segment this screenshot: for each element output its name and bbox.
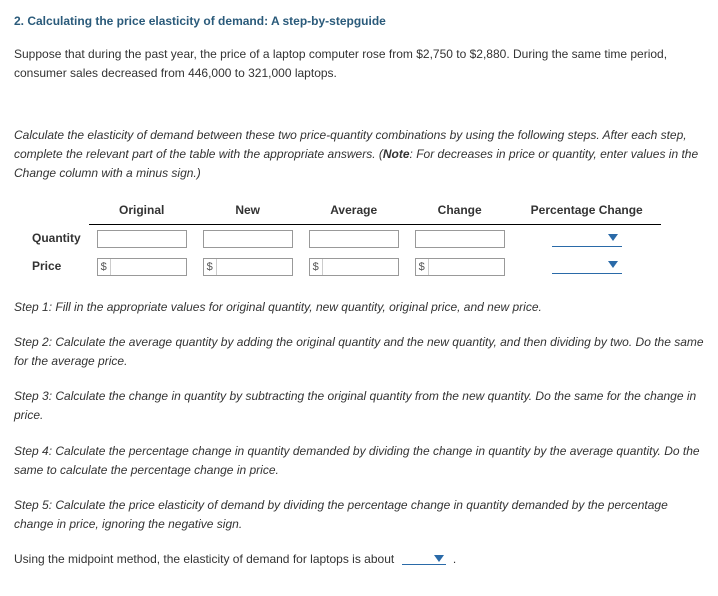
table-row-price: Price $ $ $ $	[32, 253, 661, 280]
header-new: New	[195, 197, 301, 225]
header-change: Change	[407, 197, 513, 225]
note-label: Note	[383, 147, 410, 161]
instruction-paragraph: Calculate the elasticity of demand betwe…	[14, 126, 704, 184]
table-header-row: Original New Average Change Percentage C…	[32, 197, 661, 225]
chevron-down-icon	[608, 234, 618, 242]
elasticity-answer-dropdown[interactable]	[402, 555, 446, 565]
quantity-average-input[interactable]	[309, 230, 399, 248]
chevron-down-icon	[434, 555, 444, 563]
currency-symbol: $	[416, 259, 429, 275]
final-post-text: .	[453, 552, 456, 566]
price-average-field[interactable]: $	[309, 258, 399, 276]
header-percentage-change: Percentage Change	[513, 197, 661, 225]
quantity-original-input[interactable]	[97, 230, 187, 248]
final-sentence: Using the midpoint method, the elasticit…	[14, 550, 704, 569]
question-title: 2. Calculating the price elasticity of d…	[14, 12, 704, 31]
price-average-input[interactable]	[323, 259, 398, 275]
step-2: Step 2: Calculate the average quantity b…	[14, 333, 704, 371]
currency-symbol: $	[310, 259, 323, 275]
currency-symbol: $	[204, 259, 217, 275]
price-new-input[interactable]	[217, 259, 292, 275]
elasticity-table: Original New Average Change Percentage C…	[32, 197, 661, 280]
step-5: Step 5: Calculate the price elasticity o…	[14, 496, 704, 534]
quantity-new-input[interactable]	[203, 230, 293, 248]
chevron-down-icon	[608, 261, 618, 269]
header-original: Original	[89, 197, 195, 225]
price-original-field[interactable]: $	[97, 258, 187, 276]
price-change-field[interactable]: $	[415, 258, 505, 276]
step-3: Step 3: Calculate the change in quantity…	[14, 387, 704, 425]
table-row-quantity: Quantity	[32, 225, 661, 253]
price-original-input[interactable]	[111, 259, 186, 275]
quantity-pct-change-dropdown[interactable]	[552, 231, 622, 247]
currency-symbol: $	[98, 259, 111, 275]
price-new-field[interactable]: $	[203, 258, 293, 276]
final-pre-text: Using the midpoint method, the elasticit…	[14, 552, 398, 566]
quantity-change-input[interactable]	[415, 230, 505, 248]
header-blank	[32, 197, 89, 225]
step-1: Step 1: Fill in the appropriate values f…	[14, 298, 704, 317]
price-pct-change-dropdown[interactable]	[552, 258, 622, 274]
step-4: Step 4: Calculate the percentage change …	[14, 442, 704, 480]
header-average: Average	[301, 197, 407, 225]
price-change-input[interactable]	[429, 259, 504, 275]
row-label-quantity: Quantity	[32, 225, 89, 253]
row-label-price: Price	[32, 253, 89, 280]
intro-paragraph: Suppose that during the past year, the p…	[14, 45, 704, 83]
